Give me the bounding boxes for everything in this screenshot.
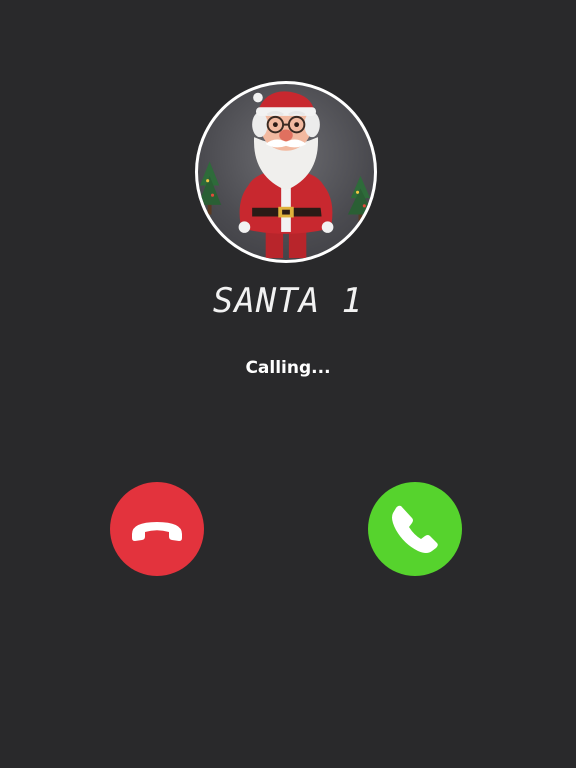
christmas-tree-right — [347, 175, 374, 225]
decline-call-button[interactable] — [110, 482, 204, 576]
phone-hangup-icon — [110, 482, 204, 576]
call-status: Calling... — [245, 358, 331, 378]
caller-avatar — [195, 81, 377, 263]
incoming-call-screen: SANTA 1 Calling... — [0, 0, 576, 768]
phone-icon — [368, 482, 462, 576]
accept-call-button[interactable] — [368, 482, 462, 576]
caller-name: SANTA 1 — [212, 281, 364, 321]
christmas-tree-left — [198, 161, 222, 215]
santa-avatar-image — [198, 91, 374, 259]
